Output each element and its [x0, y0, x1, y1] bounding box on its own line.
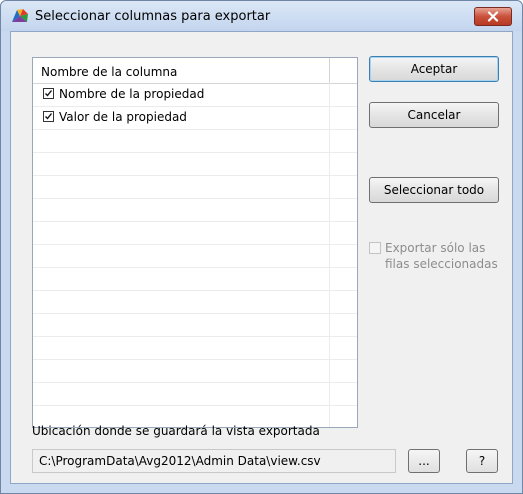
location-label: Ubicación donde se guardará la vista exp…	[32, 424, 320, 438]
empty-row	[33, 129, 357, 153]
column-separator[interactable]	[329, 58, 330, 83]
browse-button[interactable]: ...	[408, 449, 440, 473]
list-item[interactable]: Valor de la propiedad	[33, 106, 357, 130]
empty-row	[33, 313, 357, 337]
empty-row	[33, 290, 357, 314]
row-label: Nombre de la propiedad	[59, 87, 205, 101]
export-selected-checkbox[interactable]	[369, 242, 381, 254]
empty-row	[33, 359, 357, 383]
export-selected-label: Exportar sólo las filas seleccionadas	[385, 241, 498, 271]
close-icon	[487, 11, 499, 22]
window-title: Seleccionar columnas para exportar	[35, 9, 271, 24]
checkmark-icon	[45, 113, 53, 120]
select-all-button[interactable]: Seleccionar todo	[369, 177, 499, 203]
help-button[interactable]: ?	[466, 449, 498, 473]
close-button[interactable]	[474, 7, 512, 26]
empty-row	[33, 267, 357, 291]
export-path-field[interactable]: C:\ProgramData\Avg2012\Admin Data\view.c…	[32, 449, 396, 473]
accept-button[interactable]: Aceptar	[369, 56, 499, 82]
empty-row	[33, 336, 357, 360]
title-bar[interactable]: Seleccionar columnas para exportar	[1, 1, 522, 31]
list-item[interactable]: Nombre de la propiedad	[33, 83, 357, 107]
avg-app-icon	[12, 9, 28, 22]
empty-row	[33, 152, 357, 176]
empty-row	[33, 382, 357, 406]
dialog-body: Nombre de la columna Nombre de la propie…	[10, 31, 513, 484]
cancel-button[interactable]: Cancelar	[369, 102, 499, 128]
row-checkbox[interactable]	[43, 111, 54, 122]
row-label: Valor de la propiedad	[59, 110, 187, 124]
empty-row	[33, 221, 357, 245]
empty-row	[33, 198, 357, 222]
checkmark-icon	[45, 90, 53, 97]
empty-row	[33, 175, 357, 199]
list-header: Nombre de la columna	[33, 58, 357, 84]
columns-list[interactable]: Nombre de la columna Nombre de la propie…	[32, 57, 358, 428]
row-checkbox[interactable]	[43, 88, 54, 99]
dialog-window: Seleccionar columnas para exportar Nombr…	[0, 0, 523, 494]
column-header[interactable]: Nombre de la columna	[41, 65, 177, 79]
empty-row	[33, 244, 357, 268]
